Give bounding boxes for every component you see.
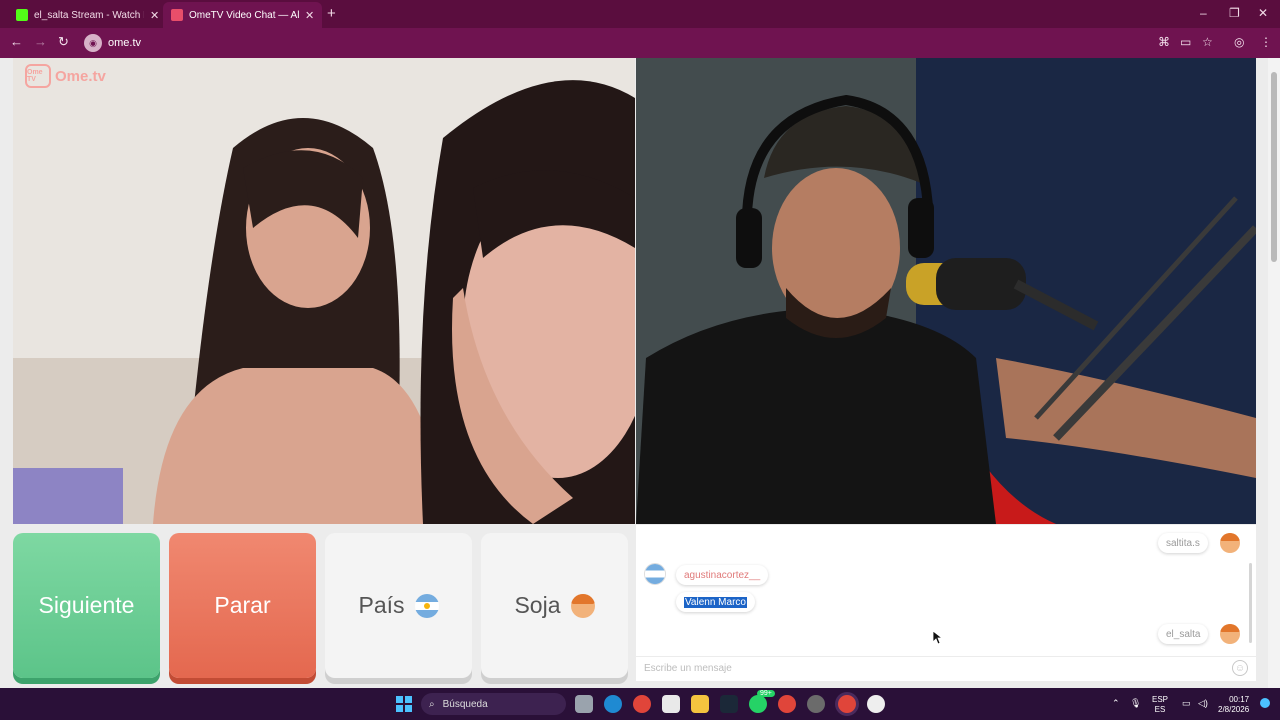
chat-message-author: saltita.s	[1158, 533, 1208, 553]
kick-favicon-icon	[16, 9, 28, 21]
translate-icon[interactable]: ⌘	[1158, 35, 1170, 49]
language-code: ESP	[1152, 695, 1169, 704]
windows-taskbar: ⌕ Búsqueda 99+ ⌃ 🎙 ESP ES ▭ ◁) 00:17 2/8…	[0, 688, 1280, 720]
ometv-logo-mark: Ome TV	[25, 64, 51, 88]
self-video	[636, 58, 1256, 524]
chat-panel: saltita.s agustinacortez__ Valenn Marco …	[636, 525, 1256, 681]
show-hidden-icons-icon[interactable]: ⌃	[1112, 698, 1120, 709]
chat-message-input[interactable]: Escribe un mensaje	[636, 656, 1256, 681]
profile-icon[interactable]: ◎	[1234, 35, 1244, 49]
menu-dots-icon[interactable]: ⋮	[1260, 35, 1272, 49]
self-video-frame	[636, 58, 1256, 524]
country-button-label: País	[358, 592, 405, 618]
file-explorer-icon[interactable]	[691, 695, 709, 713]
stop-button-label: Parar	[214, 592, 271, 618]
media-player-icon[interactable]	[867, 695, 885, 713]
clock-date: 2/8/2026	[1218, 705, 1250, 714]
task-view-icon[interactable]	[575, 695, 593, 713]
mouse-cursor-icon	[933, 631, 943, 645]
stop-button[interactable]: Parar	[169, 533, 316, 678]
tab-kick-stream[interactable]: el_salta Stream - Watch Live on ✕	[8, 2, 167, 28]
microphone-icon[interactable]: 🎙	[1130, 698, 1141, 709]
chat-message-text[interactable]: Valenn Marco	[676, 592, 755, 612]
next-button[interactable]: Siguiente	[13, 533, 160, 678]
ometv-logo[interactable]: Ome TV Ome.tv	[25, 64, 106, 88]
chrome-icon[interactable]	[633, 695, 651, 713]
chat-scrollbar[interactable]	[1249, 563, 1252, 643]
tab-title: OmeTV Video Chat — Alte	[189, 9, 299, 21]
country-filter-button[interactable]: País	[325, 533, 472, 678]
browser-toolbar: ← → ↻ ◉ ome.tv ⌘ ▭ ☆ ◎ ⋮	[0, 28, 1280, 58]
steam-icon[interactable]	[720, 695, 738, 713]
whatsapp-icon[interactable]	[749, 695, 767, 713]
ometv-logo-text: Ome.tv	[55, 67, 106, 85]
site-info-icon[interactable]: ◉	[84, 34, 102, 52]
bookmark-star-icon[interactable]: ☆	[1202, 35, 1213, 49]
tab-ometv[interactable]: OmeTV Video Chat — Alte ✕	[163, 2, 323, 28]
close-window-button[interactable]: ✕	[1258, 6, 1268, 20]
language-indicator[interactable]: ESP ES	[1152, 695, 1168, 715]
close-tab-icon[interactable]: ✕	[305, 9, 314, 22]
chat-message-author: agustinacortez__	[676, 565, 769, 585]
forward-arrow-icon[interactable]: →	[34, 34, 47, 49]
person-emoji-avatar-icon	[1220, 533, 1240, 553]
notifications-icon[interactable]	[1260, 698, 1270, 708]
next-button-label: Siguiente	[38, 592, 135, 618]
stranger-video: Ome TV Ome.tv	[13, 58, 635, 524]
person-emoji-avatar-icon	[1220, 624, 1240, 644]
search-icon: ⌕	[429, 698, 435, 710]
gender-filter-button[interactable]: Soja	[481, 533, 628, 678]
argentina-flag-avatar-icon	[645, 564, 665, 584]
maximize-button[interactable]: ❐	[1229, 6, 1240, 20]
notification-badge: 99+	[757, 690, 775, 697]
chrome-profile-icon[interactable]	[778, 695, 796, 713]
person-emoji-icon	[570, 593, 595, 618]
emoji-picker-icon[interactable]: ☺	[1232, 660, 1248, 676]
store-icon[interactable]	[662, 695, 680, 713]
close-tab-icon[interactable]: ✕	[150, 9, 159, 22]
page-scrollbar[interactable]	[1268, 58, 1280, 688]
taskbar-clock[interactable]: 00:17 2/8/2026	[1218, 695, 1249, 715]
selected-message-text[interactable]: Valenn Marco	[684, 596, 747, 608]
browser-tab-bar: el_salta Stream - Watch Live on ✕ OmeTV …	[0, 0, 1280, 28]
back-arrow-icon[interactable]: ←	[10, 34, 23, 49]
chrome-active-icon[interactable]	[838, 695, 856, 713]
windows-start-icon[interactable]	[396, 696, 412, 712]
edge-icon[interactable]	[604, 695, 622, 713]
argentina-flag-icon	[414, 593, 439, 618]
app-icon[interactable]	[807, 695, 825, 713]
volume-icon[interactable]: ◁)	[1198, 698, 1208, 709]
new-tab-button[interactable]: +	[327, 5, 336, 22]
minimize-button[interactable]: –	[1200, 6, 1207, 20]
tab-title: el_salta Stream - Watch Live on	[34, 9, 144, 21]
gender-button-label: Soja	[514, 592, 561, 618]
cast-icon[interactable]: ▭	[1180, 35, 1191, 49]
keyboard-layout: ES	[1154, 705, 1166, 714]
system-tray: ⌃ 🎙 ESP ES ▭ ◁) 00:17 2/8/2026	[1110, 692, 1280, 716]
reload-icon[interactable]: ↻	[58, 34, 69, 50]
page-scrollbar-thumb[interactable]	[1271, 72, 1277, 262]
address-bar[interactable]: ◉ ome.tv	[80, 32, 480, 54]
stranger-video-frame	[13, 58, 635, 524]
taskbar-search-label: Búsqueda	[442, 698, 488, 710]
url-text: ome.tv	[108, 37, 142, 49]
network-icon[interactable]: ▭	[1182, 698, 1191, 709]
chat-message-author: el_salta	[1158, 624, 1209, 644]
ometv-favicon-icon	[171, 9, 183, 21]
ometv-page: Ome TV Ome.tv Siguiente Parar País Soja …	[0, 58, 1280, 688]
taskbar-search-box[interactable]: ⌕ Búsqueda	[421, 693, 566, 715]
clock-time: 00:17	[1229, 695, 1250, 704]
